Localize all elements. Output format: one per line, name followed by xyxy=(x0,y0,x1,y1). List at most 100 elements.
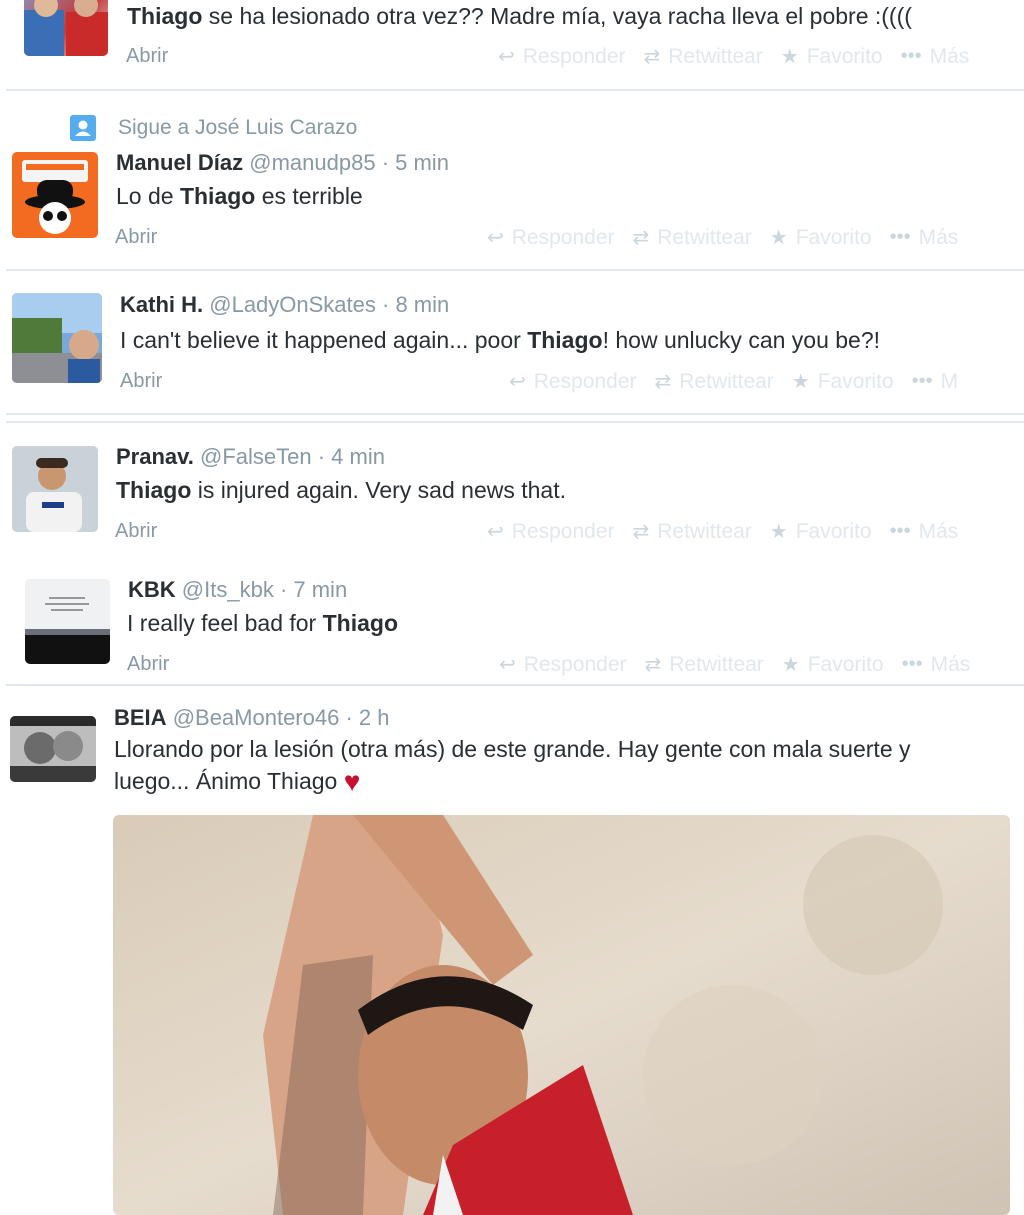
tweet-actions: ↩ Responder ⇄ Retwittear ★ Favorito ••• Más xyxy=(487,225,958,250)
more-dots-icon: ••• xyxy=(900,45,922,67)
retweet-button[interactable]: ⇄ Retwittear xyxy=(633,519,752,544)
favorite-button[interactable]: ★ Favorito xyxy=(770,225,872,250)
more-dots-icon: ••• xyxy=(889,520,911,542)
reply-button[interactable]: ↩ Responder xyxy=(487,519,615,544)
user-name[interactable]: KBK xyxy=(128,577,176,602)
user-name[interactable]: Kathi H. xyxy=(120,292,203,317)
timestamp[interactable]: · 5 min xyxy=(376,150,449,175)
star-icon: ★ xyxy=(769,521,788,543)
retweet-icon: ⇄ xyxy=(654,371,672,393)
more-button[interactable]: ••• Más xyxy=(901,44,970,69)
star-icon: ★ xyxy=(791,371,810,393)
tweet-text: I really feel bad for Thiago xyxy=(127,610,398,636)
open-link[interactable]: Abrir xyxy=(115,520,157,543)
follow-text: Sigue a José Luis Carazo xyxy=(118,116,358,139)
user-name[interactable]: BEIA xyxy=(114,705,167,730)
user-handle[interactable]: @FalseTen xyxy=(200,444,312,469)
favorite-button[interactable]: ★ Favorito xyxy=(781,44,883,69)
open-link[interactable]: Abrir xyxy=(126,45,168,68)
tweet-text: Thiago is injured again. Very sad news t… xyxy=(116,477,566,503)
user-name[interactable]: Manuel Díaz xyxy=(116,150,243,175)
star-icon: ★ xyxy=(780,46,799,68)
avatar[interactable] xyxy=(25,579,110,664)
tweet-actions: ↩ Responder ⇄ Retwittear ★ Favorito ••• Más xyxy=(487,519,958,544)
tweet-actions: ↩ Responder ⇄ Retwittear ★ Favorito ••• M xyxy=(509,369,958,394)
favorite-button[interactable]: ★ Favorito xyxy=(770,519,872,544)
tweet-header: Pranav. @FalseTen · 4 min xyxy=(116,444,385,470)
tweet-text: Thiago se ha lesionado otra vez?? Madre … xyxy=(127,3,912,29)
avatar-photo xyxy=(12,446,98,532)
star-icon: ★ xyxy=(769,227,788,249)
avatar[interactable] xyxy=(24,0,108,56)
follow-suggestion[interactable]: Sigue a José Luis Carazo xyxy=(70,115,357,141)
divider xyxy=(6,421,1024,423)
open-link[interactable]: Abrir xyxy=(115,226,157,249)
more-dots-icon: ••• xyxy=(911,370,933,392)
tweet-text: I can't believe it happened again... poo… xyxy=(120,327,881,353)
retweet-icon: ⇄ xyxy=(632,227,650,249)
tweet-header: Kathi H. @LadyOnSkates · 8 min xyxy=(120,292,449,318)
more-button[interactable]: ••• Más xyxy=(890,519,959,544)
open-link[interactable]: Abrir xyxy=(120,370,162,393)
photo-image xyxy=(113,815,1010,1215)
tweet-header: Manuel Díaz @manudp85 · 5 min xyxy=(116,150,449,176)
divider xyxy=(6,89,1024,91)
tweet-actions: ↩ Responder ⇄ Retwittear ★ Favorito ••• Más xyxy=(499,652,970,677)
divider xyxy=(6,413,1024,415)
more-button[interactable]: ••• M xyxy=(912,369,959,394)
open-link[interactable]: Abrir xyxy=(127,653,169,676)
avatar[interactable] xyxy=(12,152,98,238)
avatar-photo xyxy=(10,716,96,782)
retweet-button[interactable]: ⇄ Retwittear xyxy=(655,369,774,394)
retweet-icon: ⇄ xyxy=(643,46,661,68)
tweet-text-line-2: luego... Ánimo Thiago ♥ xyxy=(114,766,361,797)
retweet-button[interactable]: ⇄ Retwittear xyxy=(644,44,763,69)
avatar-photo xyxy=(12,293,102,383)
avatar[interactable] xyxy=(12,293,102,383)
reply-button[interactable]: ↩ Responder xyxy=(487,225,615,250)
more-button[interactable]: ••• Más xyxy=(890,225,959,250)
timestamp[interactable]: · 4 min xyxy=(312,444,385,469)
retweet-button[interactable]: ⇄ Retwittear xyxy=(645,652,764,677)
reply-button[interactable]: ↩ Responder xyxy=(499,652,627,677)
more-dots-icon: ••• xyxy=(889,226,911,248)
reply-icon: ↩ xyxy=(509,371,526,393)
favorite-button[interactable]: ★ Favorito xyxy=(782,652,884,677)
divider xyxy=(6,269,1024,271)
user-handle[interactable]: @BeaMontero46 xyxy=(173,705,340,730)
star-icon: ★ xyxy=(781,654,800,676)
avatar-photo xyxy=(24,0,108,56)
tweet-header: BEIA @BeaMontero46 · 2 h xyxy=(114,705,389,731)
favorite-button[interactable]: ★ Favorito xyxy=(792,369,894,394)
user-handle[interactable]: @manudp85 xyxy=(249,150,375,175)
more-dots-icon: ••• xyxy=(901,653,923,675)
user-handle[interactable]: @LadyOnSkates xyxy=(209,292,376,317)
user-name[interactable]: Pranav. xyxy=(116,444,194,469)
reply-icon: ↩ xyxy=(487,227,504,249)
tweet-text-line-1: Llorando por la lesión (otra más) de est… xyxy=(114,736,911,762)
reply-button[interactable]: ↩ Responder xyxy=(509,369,637,394)
retweet-icon: ⇄ xyxy=(632,521,650,543)
divider xyxy=(6,684,1024,686)
person-icon xyxy=(70,115,96,141)
tweet-text: Lo de Thiago es terrible xyxy=(116,183,363,209)
heart-icon: ♥ xyxy=(343,766,361,797)
reply-icon: ↩ xyxy=(498,46,515,68)
reply-icon: ↩ xyxy=(499,654,516,676)
tweet-actions: ↩ Responder ⇄ Retwittear ★ Favorito ••• Más xyxy=(498,44,969,69)
retweet-icon: ⇄ xyxy=(644,654,662,676)
avatar-photo xyxy=(22,160,88,234)
reply-icon: ↩ xyxy=(487,521,504,543)
avatar-photo xyxy=(25,579,110,664)
more-button[interactable]: ••• Más xyxy=(902,652,971,677)
avatar[interactable] xyxy=(10,716,96,782)
tweet-photo[interactable] xyxy=(113,815,1010,1215)
reply-button[interactable]: ↩ Responder xyxy=(498,44,626,69)
timestamp[interactable]: · 8 min xyxy=(376,292,449,317)
timestamp[interactable]: · 2 h xyxy=(339,705,389,730)
tweet-0: Thiago se ha lesionado otra vez?? Madre … xyxy=(0,0,1024,88)
retweet-button[interactable]: ⇄ Retwittear xyxy=(633,225,752,250)
user-handle[interactable]: @Its_kbk xyxy=(182,577,274,602)
avatar[interactable] xyxy=(12,446,98,532)
timestamp[interactable]: · 7 min xyxy=(274,577,347,602)
